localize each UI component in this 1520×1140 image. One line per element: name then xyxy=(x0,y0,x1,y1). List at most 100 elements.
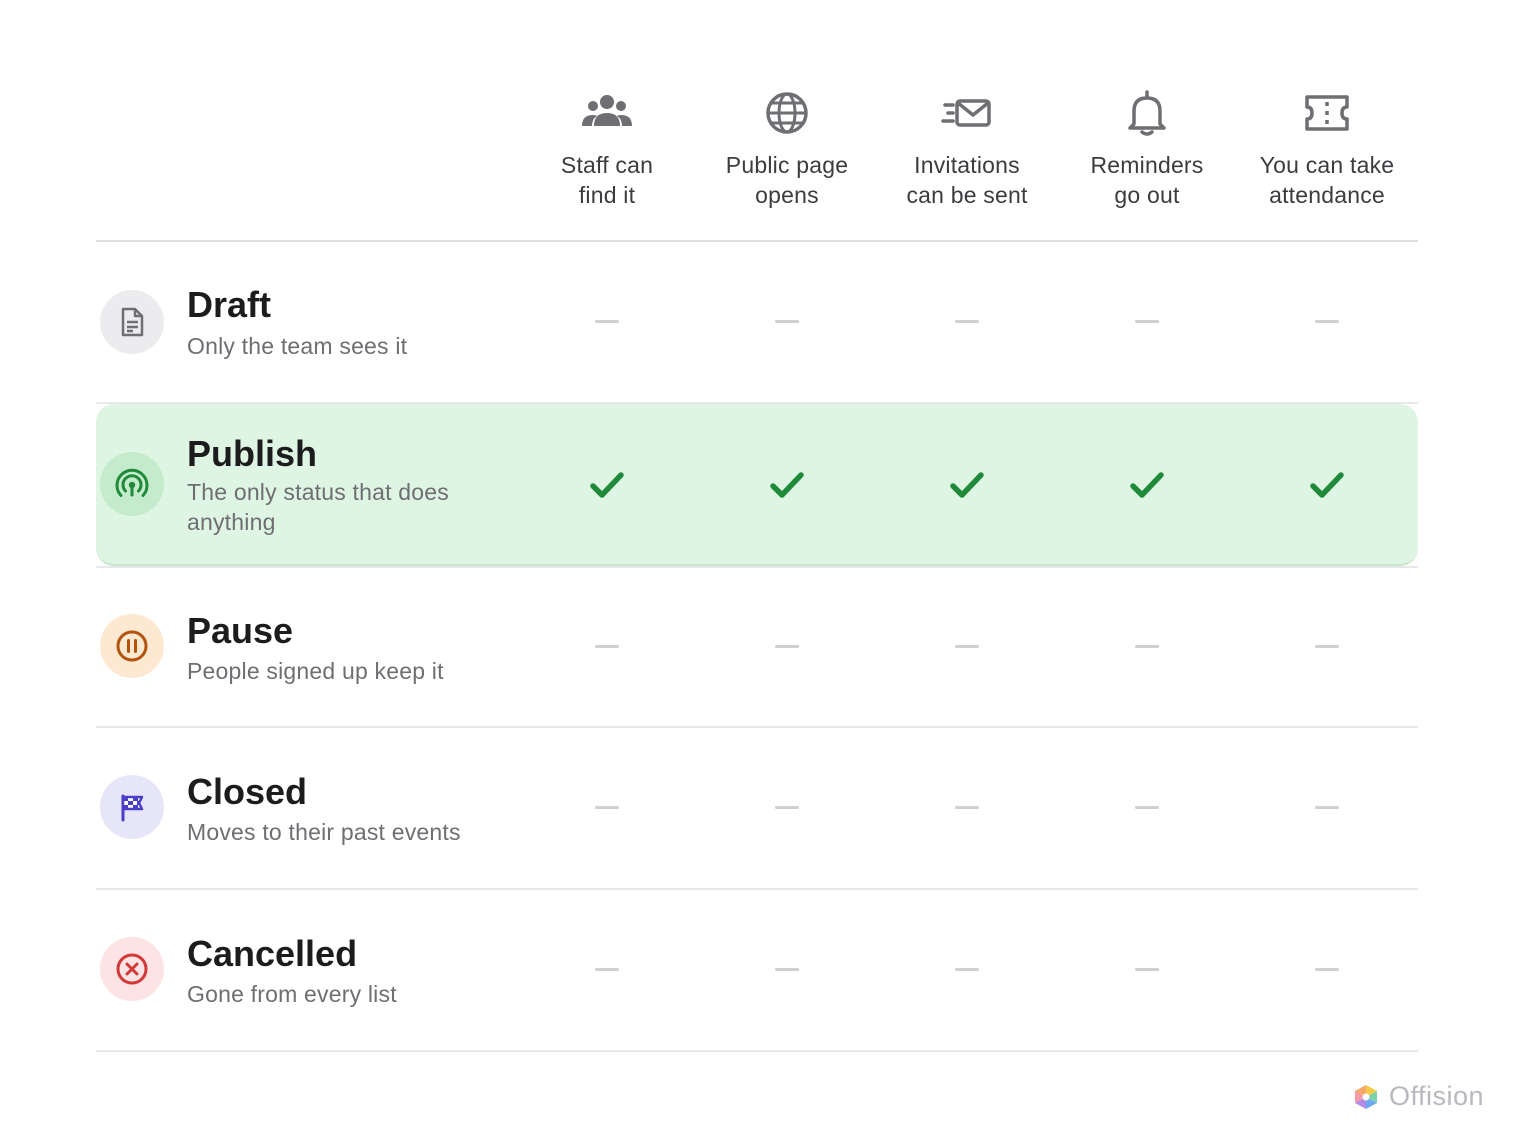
broadcast-icon xyxy=(115,468,149,497)
no-indicator xyxy=(1135,319,1159,323)
cancel-circle-icon xyxy=(116,953,148,985)
cell-publish-staff xyxy=(517,465,697,505)
no-indicator xyxy=(955,644,979,648)
status-description: The only status that does anything xyxy=(187,479,449,535)
cell-closed-attendance xyxy=(1237,787,1417,827)
cell-closed-staff xyxy=(517,787,697,827)
no-indicator xyxy=(1135,967,1159,971)
status-description: Moves to their past events xyxy=(187,819,461,845)
column-label-line2: attendance xyxy=(1269,182,1385,208)
check-icon xyxy=(1130,472,1164,498)
cell-draft-reminders xyxy=(1057,301,1237,341)
column-header-attendance: You can take attendance xyxy=(1237,88,1417,210)
status-row-publish: Publish The only status that does anythi… xyxy=(96,404,1418,566)
cell-pause-attendance xyxy=(1237,626,1417,666)
cell-pause-invitations xyxy=(877,626,1057,666)
cell-pause-staff xyxy=(517,626,697,666)
column-label-line2: go out xyxy=(1114,182,1180,208)
column-label-line1: You can take xyxy=(1259,152,1395,178)
no-indicator xyxy=(595,805,619,809)
pause-icon xyxy=(116,630,148,662)
status-row-pause: Pause People signed up keep it xyxy=(96,566,1418,728)
people-icon xyxy=(582,95,632,126)
no-indicator xyxy=(775,805,799,809)
cell-cancelled-reminders xyxy=(1057,949,1237,989)
no-indicator xyxy=(595,967,619,971)
check-icon xyxy=(590,472,624,498)
status-name: Pause xyxy=(187,610,294,651)
status-icon-container xyxy=(100,937,164,1001)
no-indicator xyxy=(775,319,799,323)
no-indicator xyxy=(775,644,799,648)
status-name: Closed xyxy=(187,771,308,812)
status-icon-container xyxy=(100,775,164,839)
cell-publish-invitations xyxy=(877,465,1057,505)
cell-draft-attendance xyxy=(1237,301,1417,341)
cell-publish-reminders xyxy=(1057,465,1237,505)
no-indicator xyxy=(955,805,979,809)
cell-cancelled-invitations xyxy=(877,949,1057,989)
column-label-line1: Staff can xyxy=(560,152,654,178)
cell-publish-public-page xyxy=(697,465,877,505)
bell-icon xyxy=(1128,90,1166,136)
column-label-line1: Reminders xyxy=(1090,152,1204,178)
status-icon-container xyxy=(100,290,164,354)
status-icon-container xyxy=(100,614,164,678)
cell-cancelled-public-page xyxy=(697,949,877,989)
column-label-line2: find it xyxy=(578,182,636,208)
document-icon xyxy=(121,307,144,337)
globe-icon xyxy=(766,92,808,134)
column-label-line1: Invitations xyxy=(914,152,1020,178)
no-indicator xyxy=(1315,644,1339,648)
column-header-invitations: Invitations can be sent xyxy=(877,88,1057,210)
no-indicator xyxy=(1315,805,1339,809)
cell-draft-public-page xyxy=(697,301,877,341)
column-label-line1: Public page xyxy=(725,152,849,178)
cell-draft-invitations xyxy=(877,301,1057,341)
status-name: Draft xyxy=(187,284,272,325)
no-indicator xyxy=(955,319,979,323)
no-indicator xyxy=(1315,967,1339,971)
no-indicator xyxy=(595,644,619,648)
status-matrix: Staff can find it Public page opens Invi… xyxy=(96,0,1418,1052)
no-indicator xyxy=(1135,644,1159,648)
status-row-closed: Closed Moves to their past events xyxy=(96,728,1418,890)
no-indicator xyxy=(775,967,799,971)
column-header-public-page: Public page opens xyxy=(697,88,877,210)
cell-closed-invitations xyxy=(877,787,1057,827)
cell-pause-public-page xyxy=(697,626,877,666)
mail-send-icon xyxy=(941,99,991,127)
no-indicator xyxy=(955,967,979,971)
no-indicator xyxy=(1315,319,1339,323)
column-label-line2: opens xyxy=(755,182,819,208)
check-icon xyxy=(950,472,984,498)
status-icon-container xyxy=(100,452,164,516)
status-description: Gone from every list xyxy=(187,981,397,1007)
cell-closed-reminders xyxy=(1057,787,1237,827)
status-description: People signed up keep it xyxy=(187,658,444,684)
cell-cancelled-staff xyxy=(517,949,697,989)
no-indicator xyxy=(595,319,619,323)
status-row-cancelled: Cancelled Gone from every list xyxy=(96,890,1418,1052)
status-row-draft: Draft Only the team sees it xyxy=(96,242,1418,404)
cell-draft-staff xyxy=(517,301,697,341)
ticket-icon xyxy=(1305,95,1349,131)
cell-publish-attendance xyxy=(1237,465,1417,505)
status-name: Cancelled xyxy=(187,933,358,974)
brand-name: Offision xyxy=(1388,1081,1484,1111)
cell-cancelled-attendance xyxy=(1237,949,1417,989)
status-name: Publish xyxy=(187,433,318,474)
no-indicator xyxy=(1135,805,1159,809)
matrix-header: Staff can find it Public page opens Invi… xyxy=(96,0,1418,242)
cell-closed-public-page xyxy=(697,787,877,827)
brand-watermark: Offision xyxy=(1353,1081,1484,1112)
check-icon xyxy=(770,472,804,498)
checkered-flag-icon xyxy=(121,794,144,822)
status-description: Only the team sees it xyxy=(187,333,408,359)
column-header-reminders: Reminders go out xyxy=(1057,88,1237,210)
column-label-line2: can be sent xyxy=(906,182,1028,208)
check-icon xyxy=(1310,472,1344,498)
cell-pause-reminders xyxy=(1057,626,1237,666)
column-header-staff: Staff can find it xyxy=(517,88,697,210)
brand-logo-icon xyxy=(1354,1084,1377,1109)
